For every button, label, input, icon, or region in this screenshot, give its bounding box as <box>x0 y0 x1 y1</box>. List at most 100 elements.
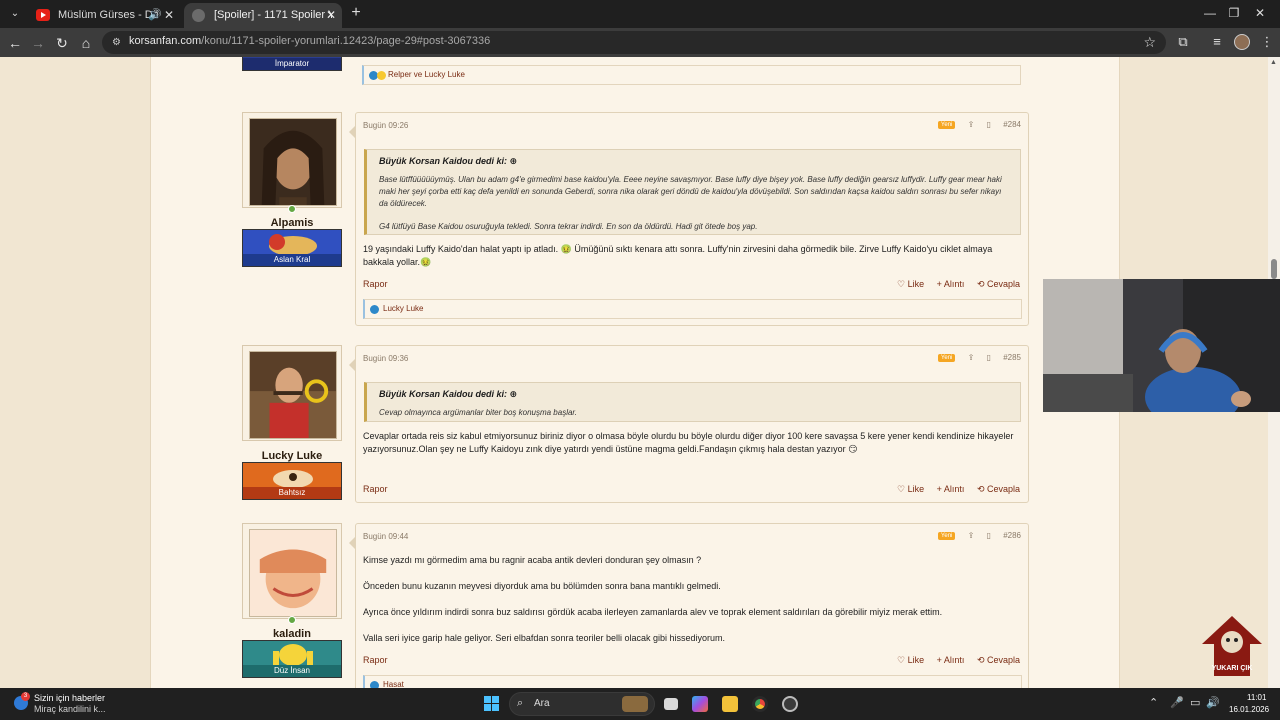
home-icon[interactable]: ⌂ <box>76 33 96 53</box>
reactions-bar[interactable]: Relper ve Lucky Luke <box>362 65 1021 85</box>
quote-header[interactable]: Büyük Korsan Kaidou dedi ki: ⊕ <box>379 156 517 167</box>
news-widget-title[interactable]: Sizin için haberler <box>34 693 105 703</box>
extensions-icon[interactable]: ⧉ <box>1174 33 1192 51</box>
tab-title: [Spoiler] - 1171 Spoiler Yorumları <box>214 9 332 21</box>
quote-header[interactable]: Büyük Korsan Kaidou dedi ki: ⊕ <box>379 389 517 400</box>
reload-icon[interactable]: ↻ <box>52 33 72 53</box>
duz-insan-banner-image <box>243 641 341 667</box>
bookmark-icon[interactable]: ▯ <box>987 353 991 362</box>
tab-spoiler[interactable]: [Spoiler] - 1171 Spoiler Yorumları ✕ <box>184 3 342 28</box>
reply-button[interactable]: ⟲ Cevapla <box>977 655 1020 665</box>
address-bar[interactable]: ⚙ korsanfan.com/konu/1171-spoiler-yoruml… <box>102 31 1166 54</box>
copilot-icon[interactable] <box>692 696 708 712</box>
app-icon[interactable] <box>782 696 798 712</box>
tab-search-icon[interactable]: ⌄ <box>6 5 24 23</box>
webcam-overlay <box>1043 279 1280 412</box>
post-line: Ayrıca önce yıldırım indirdi sonra buz s… <box>363 607 943 617</box>
bookmark-icon[interactable]: ▯ <box>987 531 991 540</box>
clock-date[interactable]: 16.01.2026 <box>1229 705 1269 714</box>
news-widget-subtitle[interactable]: Miraç kandilini k... <box>34 704 106 714</box>
reactions-text[interactable]: Lucky Luke <box>383 304 423 313</box>
post-time[interactable]: Bugün 09:26 <box>363 121 408 130</box>
new-tab-button[interactable]: + <box>346 4 366 22</box>
report-link[interactable]: Rapor <box>363 655 388 665</box>
share-icon[interactable]: ⇪ <box>968 120 975 129</box>
quote-button[interactable]: + Alıntı <box>937 279 965 289</box>
username-alpamis[interactable]: Alpamis <box>242 217 342 229</box>
tray-overflow-icon[interactable]: ⌃ <box>1149 696 1158 709</box>
report-link[interactable]: Rapor <box>363 484 388 494</box>
task-view-icon[interactable] <box>664 698 678 710</box>
close-tab-icon[interactable]: ✕ <box>164 3 174 27</box>
post-line: Kimse yazdı mı görmedim ama bu ragnir ac… <box>363 555 702 565</box>
like-button[interactable]: ♡ Like <box>897 484 924 494</box>
avatar-alpamis[interactable] <box>249 118 337 206</box>
site-info-icon[interactable]: ⚙ <box>110 36 123 49</box>
microphone-icon[interactable]: 🎤 <box>1170 696 1184 709</box>
bookmark-star-icon[interactable]: ☆ <box>1143 34 1156 51</box>
bookmark-icon[interactable]: ▯ <box>987 120 991 129</box>
minimize-button[interactable]: — <box>1198 4 1222 22</box>
quote-block: Büyük Korsan Kaidou dedi ki: ⊕ Base lütf… <box>364 149 1021 235</box>
maximize-button[interactable]: ❐ <box>1222 4 1246 22</box>
new-badge: Yeni <box>937 120 956 129</box>
post-time[interactable]: Bugün 09:44 <box>363 532 408 541</box>
youtube-icon <box>36 9 50 21</box>
taskbar-search[interactable]: ⌕ Ara <box>509 692 655 716</box>
new-badge: Yeni <box>937 531 956 540</box>
reactions-bar[interactable]: Hasat <box>363 675 1022 688</box>
speaker-icon[interactable]: 🔊 <box>148 3 162 27</box>
report-link[interactable]: Rapor <box>363 279 388 289</box>
bahtsiz-banner-image <box>243 463 341 489</box>
share-icon[interactable]: ⇪ <box>968 353 975 362</box>
windows-start-icon[interactable] <box>484 696 500 712</box>
like-button[interactable]: ♡ Like <box>897 655 924 665</box>
avatar-kaladin[interactable] <box>249 529 337 617</box>
profile-avatar[interactable] <box>1234 34 1250 50</box>
user-card-alpamis <box>242 112 342 208</box>
back-to-top-button[interactable]: YUKARI ÇIK <box>1200 614 1264 678</box>
post-tools: Yeni ⇪ ▯ #286 <box>937 531 1021 540</box>
post-number[interactable]: #285 <box>1003 353 1021 362</box>
back-icon[interactable]: ← <box>5 33 25 53</box>
tab-strip: ⌄ Müslüm Gürses - Dön Sevgilim 🔊 ✕ [Spoi… <box>0 0 1280 28</box>
post-number[interactable]: #286 <box>1003 531 1021 540</box>
quote-paragraph: G4 lütfüyü Base Kaidou osuruğuyla tekled… <box>379 222 758 231</box>
volume-icon[interactable]: 🔊 <box>1206 696 1220 709</box>
tab-muslum-gurses[interactable]: Müslüm Gürses - Dön Sevgilim 🔊 ✕ <box>28 3 180 28</box>
rank-label: Bahtsız <box>243 487 341 499</box>
korsanfan-favicon-icon <box>192 9 205 22</box>
chrome-menu-icon[interactable]: ⋮ <box>1258 33 1276 51</box>
chrome-icon[interactable] <box>752 696 768 712</box>
share-icon[interactable]: ⇪ <box>968 531 975 540</box>
close-window-button[interactable]: ✕ <box>1248 4 1272 22</box>
quote-button[interactable]: + Alıntı <box>937 655 965 665</box>
rank-label: İmparator <box>243 58 341 70</box>
username-kaladin[interactable]: kaladin <box>242 628 342 640</box>
url-text[interactable]: korsanfan.com/konu/1171-spoiler-yorumlar… <box>129 35 490 47</box>
post-body: 19 yaşındaki Luffy Kaido'dan halat yaptı… <box>363 244 993 267</box>
post-number[interactable]: #284 <box>1003 120 1021 129</box>
scroll-up-icon[interactable]: ▲ <box>1270 59 1277 66</box>
scrollbar-thumb[interactable] <box>1271 259 1277 279</box>
reply-button[interactable]: ⟲ Cevapla <box>977 279 1020 289</box>
rank-badge-duz-insan: Düz İnsan <box>242 640 342 678</box>
reactions-text[interactable]: Hasat <box>383 680 404 688</box>
quote-button[interactable]: + Alıntı <box>937 484 965 494</box>
clock-time[interactable]: 11:01 <box>1247 693 1266 702</box>
online-indicator <box>288 205 296 213</box>
quote-paragraph: Base lütffüüüüüymüş. Ulan bu adam g4'e g… <box>379 175 1002 208</box>
file-explorer-icon[interactable] <box>722 696 738 712</box>
avatar-lucky-luke[interactable] <box>249 351 337 439</box>
tab-title: Müslüm Gürses - Dön Sevgilim <box>58 9 158 21</box>
username-lucky-luke[interactable]: Lucky Luke <box>242 450 342 462</box>
forward-icon[interactable]: → <box>28 33 48 53</box>
media-control-icon[interactable]: ≡ <box>1208 33 1226 51</box>
reply-button[interactable]: ⟲ Cevapla <box>977 484 1020 494</box>
reactions-text[interactable]: Relper ve Lucky Luke <box>388 70 465 79</box>
reactions-bar[interactable]: Lucky Luke <box>363 299 1022 319</box>
close-tab-icon[interactable]: ✕ <box>326 3 336 27</box>
like-button[interactable]: ♡ Like <box>897 279 924 289</box>
network-icon[interactable]: ▭ <box>1190 696 1200 709</box>
post-time[interactable]: Bugün 09:36 <box>363 354 408 363</box>
